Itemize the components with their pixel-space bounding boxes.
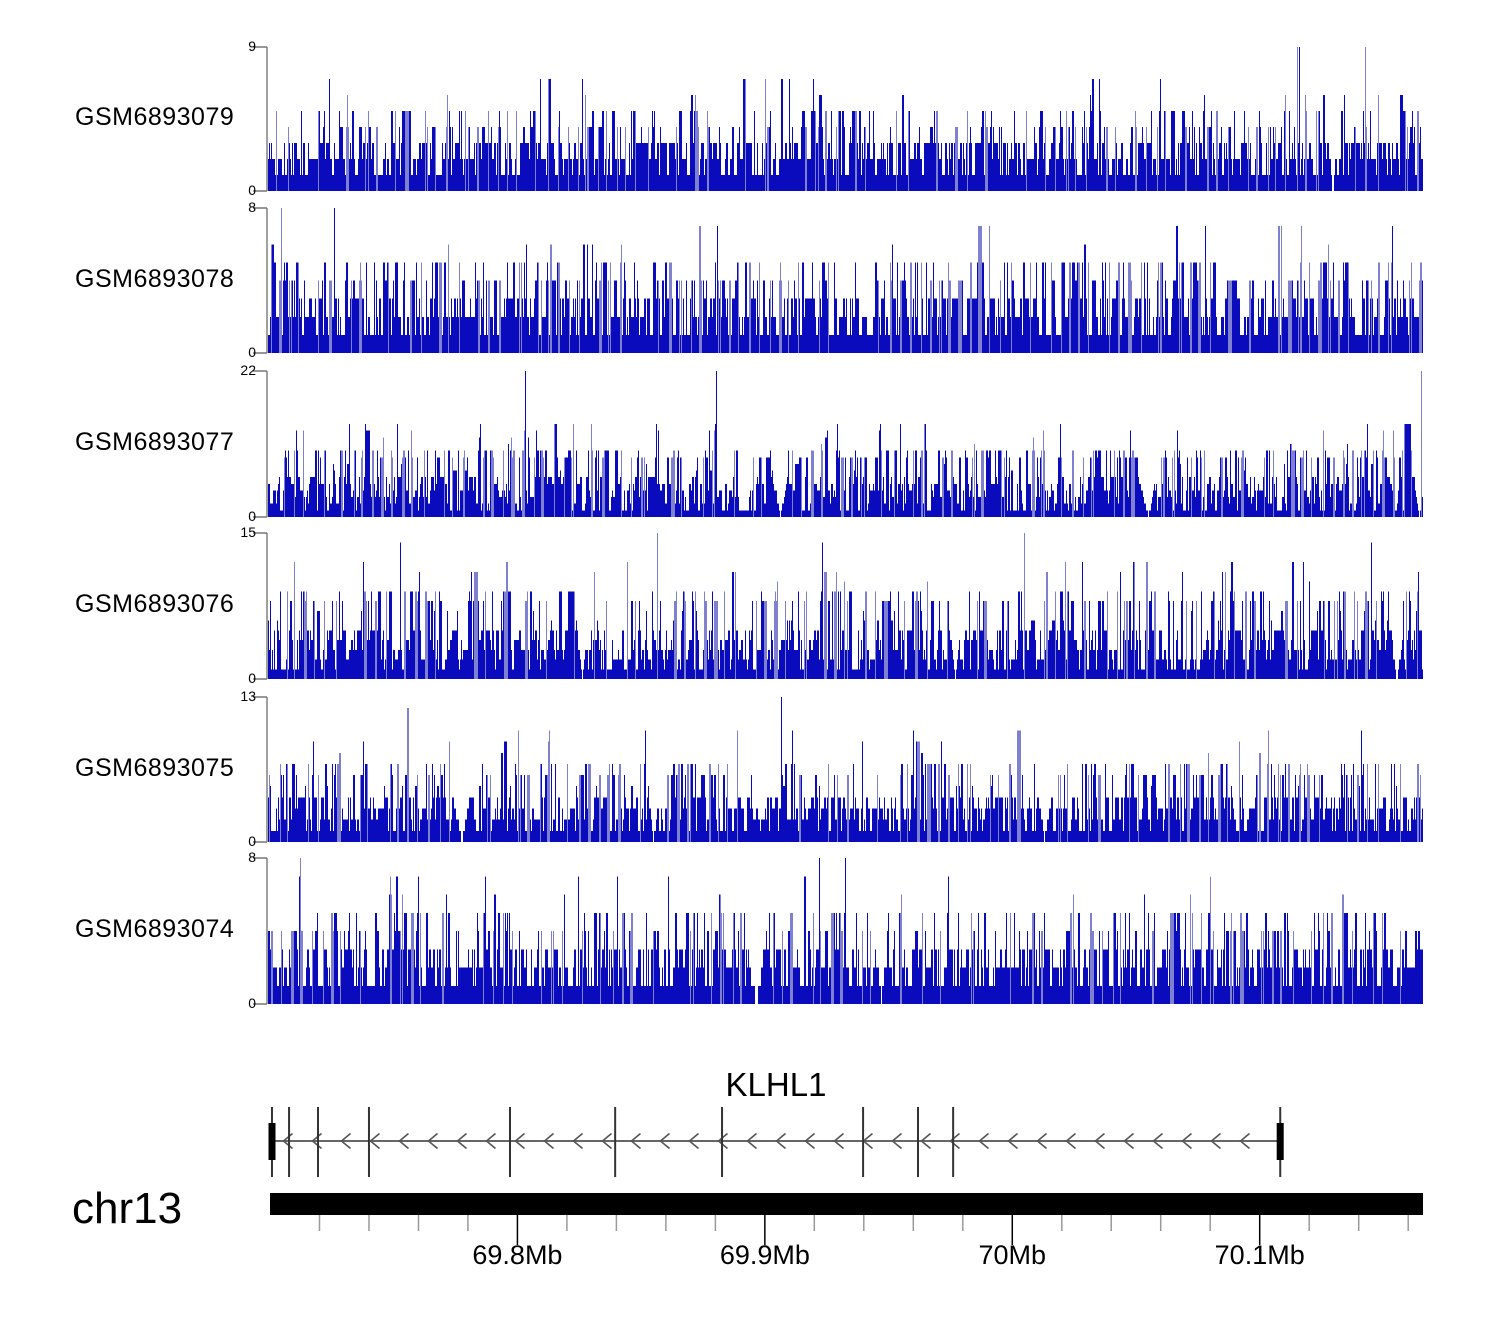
y-axis-max-label: 8 <box>248 199 256 215</box>
chromosome-ruler-layer <box>270 1193 1423 1245</box>
y-axis-min-label: 0 <box>248 833 256 849</box>
y-axis-min-label: 0 <box>248 508 256 524</box>
y-axis-min-label: 0 <box>248 182 256 198</box>
track-label: GSM6893078 <box>75 264 235 293</box>
chromosome-ideogram-bar <box>270 1193 1423 1215</box>
track-label: GSM6893077 <box>75 428 235 456</box>
y-axis-max-label: 8 <box>248 849 256 865</box>
gene-model-layer <box>268 1107 1284 1177</box>
y-axis-min-label: 0 <box>248 995 256 1011</box>
genome-browser-view: KLHL1 chr13 GSM6893079 9 0 GSM6893078 8 0 GSM6… <box>0 0 1500 1320</box>
track-label: GSM6893076 <box>75 590 235 618</box>
track-label: GSM6893075 <box>75 753 235 782</box>
coverage-signal <box>268 371 1423 517</box>
track-label: GSM6893079 <box>75 103 235 131</box>
ruler-tick-label: 70Mb <box>978 1240 1047 1270</box>
y-axis-max-label: 15 <box>240 524 256 540</box>
y-axis-max-label: 13 <box>240 688 256 704</box>
ruler-tick-label: 70.1Mb <box>1214 1240 1305 1270</box>
ruler-tick-label: 69.9Mb <box>719 1240 810 1270</box>
track-label: GSM6893074 <box>75 915 235 943</box>
y-axis-min-label: 0 <box>248 344 256 360</box>
chromosome-label: chr13 <box>72 1184 183 1233</box>
ruler-tick-label: 69.8Mb <box>472 1240 563 1270</box>
coverage-signal <box>268 858 1423 1004</box>
coverage-signal <box>268 47 1423 191</box>
coverage-signal <box>268 542 1423 679</box>
y-axis-max-label: 22 <box>240 362 256 378</box>
terminal-exon-box <box>268 1123 276 1160</box>
genome-browser-canvas <box>253 46 1423 1245</box>
y-axis-min-label: 0 <box>248 670 256 686</box>
y-axis-max-label: 9 <box>248 38 256 54</box>
terminal-exon-box <box>1276 1123 1284 1160</box>
gene-name-label: KLHL1 <box>725 1066 827 1103</box>
coverage-signal <box>268 697 1423 842</box>
coverage-tracks-layer <box>253 46 1423 1005</box>
